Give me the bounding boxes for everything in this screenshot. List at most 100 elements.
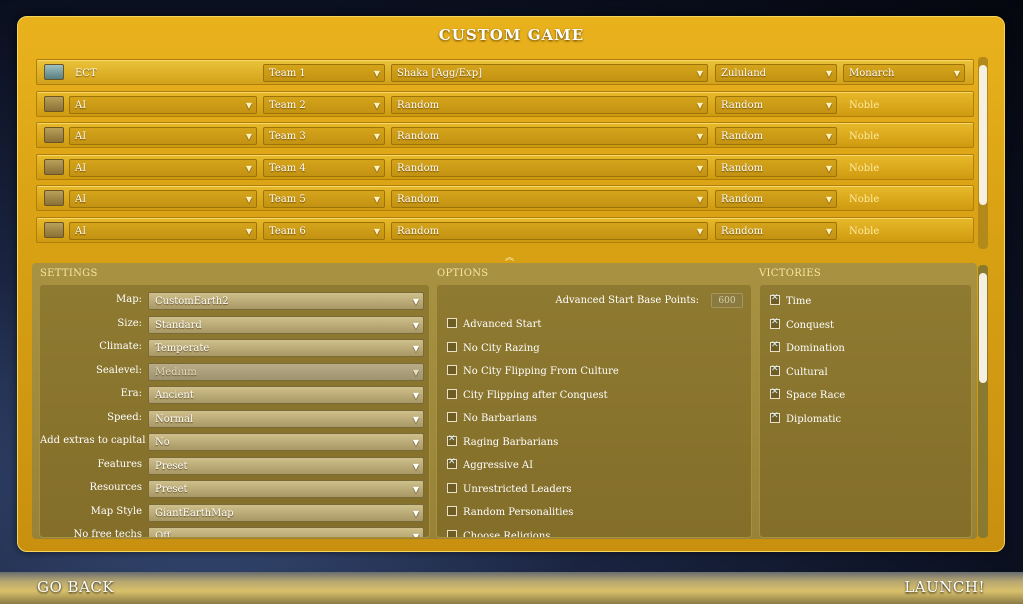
- option-checkbox[interactable]: [447, 365, 457, 375]
- setting-select[interactable]: Off ▼: [148, 527, 424, 538]
- option-label: Random Personalities: [463, 507, 574, 518]
- player-portrait-icon[interactable]: [44, 96, 64, 112]
- chevron-down-icon: ▼: [696, 227, 703, 236]
- player-type-select[interactable]: AI ▼: [69, 96, 257, 114]
- chevron-down-icon: ▼: [825, 195, 832, 204]
- setting-select[interactable]: Ancient ▼: [148, 386, 424, 404]
- civ-select[interactable]: Random ▼: [715, 96, 837, 114]
- setting-select[interactable]: Preset ▼: [148, 480, 424, 498]
- victory-row[interactable]: Cultural: [770, 364, 828, 382]
- option-label: No City Razing: [463, 342, 540, 354]
- victory-row[interactable]: Time: [770, 293, 811, 311]
- leader-value: Random: [397, 131, 440, 142]
- leader-select[interactable]: Random ▼: [391, 96, 708, 114]
- option-row[interactable]: Aggressive AI: [447, 457, 533, 475]
- option-checkbox[interactable]: [447, 434, 457, 446]
- setting-select[interactable]: Temperate ▼: [148, 339, 424, 357]
- option-row[interactable]: Choose Religions: [447, 529, 551, 538]
- team-select[interactable]: Team 4 ▼: [263, 159, 385, 177]
- civ-select[interactable]: Random ▼: [715, 222, 837, 240]
- victory-checkbox[interactable]: [770, 317, 780, 329]
- victory-row[interactable]: Conquest: [770, 317, 834, 335]
- option-row[interactable]: No Barbarians: [447, 412, 537, 428]
- player-type-select[interactable]: AI ▼: [69, 127, 257, 145]
- option-label: Advanced Start: [463, 319, 542, 330]
- option-label: Choose Religions: [463, 530, 551, 538]
- leader-value: Shaka [Agg/Exp]: [397, 68, 482, 79]
- victory-checkbox[interactable]: [770, 387, 780, 399]
- leader-select[interactable]: Random ▼: [391, 222, 708, 240]
- collapse-chevron-icon[interactable]: ︽: [505, 250, 514, 263]
- option-row[interactable]: Unrestricted Leaders: [447, 482, 572, 499]
- leader-select[interactable]: Random ▼: [391, 190, 708, 208]
- option-checkbox[interactable]: [447, 318, 457, 328]
- civ-select[interactable]: Random ▼: [715, 127, 837, 145]
- setting-select[interactable]: GiantEarthMap ▼: [148, 503, 424, 522]
- victory-checkbox[interactable]: [770, 340, 780, 352]
- civ-select[interactable]: Random ▼: [715, 159, 837, 177]
- settings-scrollbar-thumb[interactable]: [979, 273, 987, 383]
- settings-scrollbar[interactable]: [978, 265, 988, 538]
- player-portrait-icon[interactable]: [44, 127, 64, 143]
- option-checkbox[interactable]: [447, 482, 457, 493]
- chevron-down-icon: ▼: [412, 297, 419, 306]
- chevron-down-icon: ▼: [953, 69, 960, 78]
- team-select[interactable]: Team 1 ▼: [263, 64, 385, 82]
- setting-select[interactable]: CustomEarth2 ▼: [148, 292, 424, 310]
- option-checkbox[interactable]: [447, 457, 457, 469]
- player-type-select[interactable]: AI ▼: [69, 159, 257, 177]
- player-portrait-icon[interactable]: [44, 64, 64, 80]
- chevron-down-icon: ▼: [696, 101, 703, 110]
- option-row[interactable]: Raging Barbarians: [447, 434, 558, 452]
- victory-checkbox[interactable]: [770, 364, 780, 376]
- player-portrait-icon[interactable]: [44, 222, 64, 238]
- player-type-value: AI: [75, 163, 87, 174]
- victory-row[interactable]: Space Race: [770, 387, 845, 405]
- civ-value: Random: [721, 194, 764, 205]
- player-type-value: AI: [75, 131, 87, 142]
- setting-value: Temperate: [155, 343, 210, 354]
- difficulty-select[interactable]: Monarch ▼: [843, 64, 965, 82]
- civ-select[interactable]: Random ▼: [715, 190, 837, 208]
- option-row[interactable]: No City Flipping From Culture: [447, 365, 619, 381]
- option-checkbox[interactable]: [447, 506, 457, 516]
- launch-button[interactable]: LAUNCH!: [904, 578, 985, 596]
- option-checkbox[interactable]: [447, 388, 457, 399]
- chevron-down-icon: ▼: [412, 532, 419, 538]
- team-select[interactable]: Team 6 ▼: [263, 222, 385, 240]
- setting-select[interactable]: Preset ▼: [148, 456, 424, 475]
- player-type-select[interactable]: AI ▼: [69, 190, 257, 208]
- civ-select[interactable]: Zululand ▼: [715, 64, 837, 82]
- leader-select[interactable]: Random ▼: [391, 127, 708, 145]
- team-select[interactable]: Team 2 ▼: [263, 96, 385, 114]
- go-back-button[interactable]: GO BACK: [37, 578, 114, 596]
- player-portrait-icon[interactable]: [44, 159, 64, 175]
- leader-select[interactable]: Random ▼: [391, 159, 708, 177]
- advanced-start-points-input[interactable]: 600: [711, 293, 743, 308]
- victory-row[interactable]: Diplomatic: [770, 411, 841, 429]
- player-type-select[interactable]: ECT: [69, 64, 257, 82]
- players-scrollbar[interactable]: [978, 57, 988, 249]
- page-title: CUSTOM GAME: [438, 26, 585, 44]
- setting-select[interactable]: Standard ▼: [148, 315, 424, 334]
- victory-row[interactable]: Domination: [770, 340, 845, 358]
- option-checkbox[interactable]: [447, 341, 457, 352]
- player-portrait-icon[interactable]: [44, 190, 64, 206]
- players-scrollbar-thumb[interactable]: [979, 65, 987, 205]
- option-checkbox[interactable]: [447, 529, 457, 537]
- team-select[interactable]: Team 3 ▼: [263, 127, 385, 145]
- option-row[interactable]: No City Razing: [447, 341, 540, 358]
- setting-select[interactable]: Normal ▼: [148, 409, 424, 428]
- victory-checkbox[interactable]: [770, 293, 780, 305]
- team-select[interactable]: Team 5 ▼: [263, 190, 385, 208]
- leader-select[interactable]: Shaka [Agg/Exp] ▼: [391, 64, 708, 82]
- setting-select[interactable]: No ▼: [148, 433, 424, 451]
- option-checkbox[interactable]: [447, 412, 457, 422]
- victory-checkbox[interactable]: [770, 411, 780, 423]
- option-row[interactable]: Advanced Start: [447, 318, 541, 334]
- victories-panel: Time Conquest Domination Cultural Space Race…: [759, 284, 972, 538]
- player-type-select[interactable]: AI ▼: [69, 222, 257, 240]
- civ-value: Random: [721, 100, 764, 111]
- option-row[interactable]: City Flipping after Conquest: [447, 388, 608, 405]
- option-row[interactable]: Random Personalities: [447, 506, 573, 522]
